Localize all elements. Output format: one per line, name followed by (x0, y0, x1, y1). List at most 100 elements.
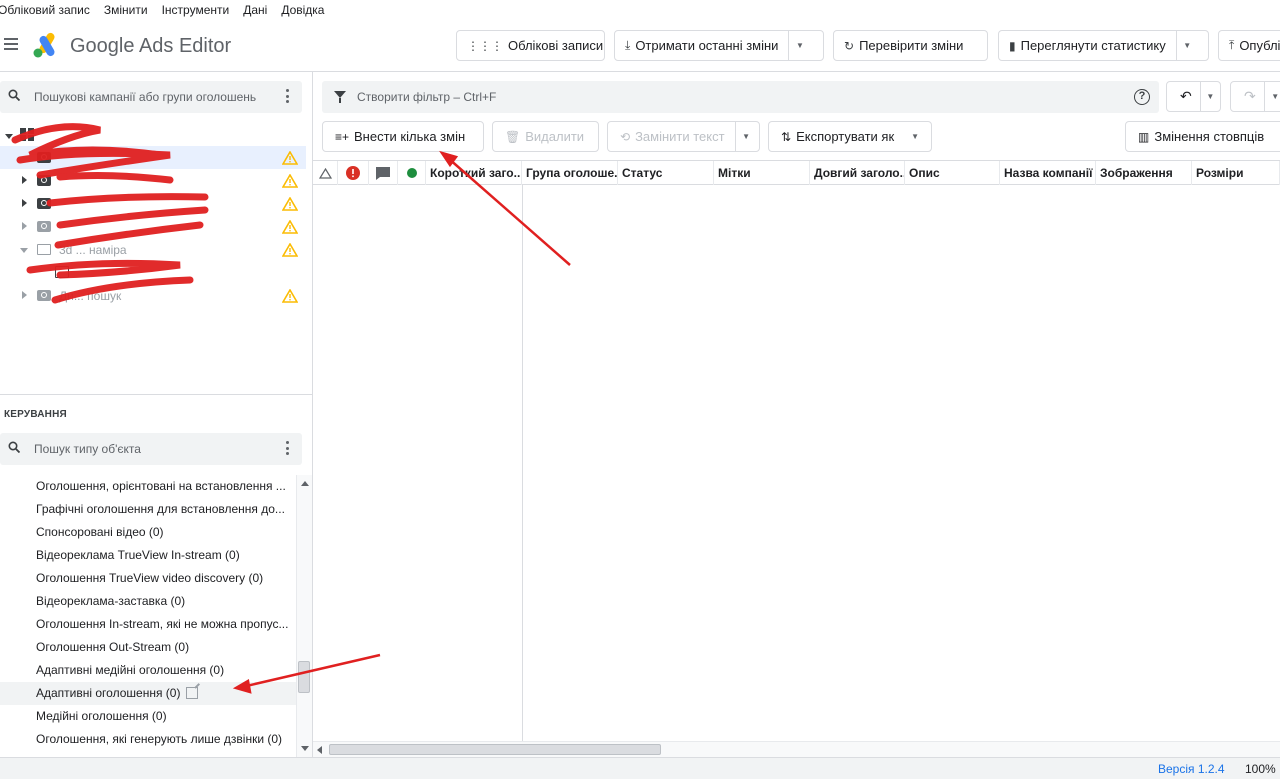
filter-bar[interactable]: Створити фільтр – Ctrl+F (322, 81, 1159, 113)
menu-tools[interactable]: Інструменти (155, 3, 237, 17)
list-item[interactable]: Оголошення In-stream, які не можна пропу… (0, 613, 296, 636)
list-item[interactable]: Оголошення, які генерують лише дзвінки (… (0, 728, 296, 751)
search-campaign-icon (37, 290, 51, 301)
menu-edit[interactable]: Змінити (97, 3, 155, 17)
ad-group-icon (55, 266, 69, 278)
object-type-search[interactable]: Пошук типу об'єкта (0, 433, 302, 465)
expand-icon[interactable] (20, 248, 28, 253)
menu-help[interactable]: Довідка (274, 3, 331, 17)
campaign-search[interactable]: Пошукові кампанії або групи оголошень (0, 81, 302, 113)
filter-icon (334, 91, 346, 103)
expand-icon[interactable] (22, 176, 27, 184)
expand-icon[interactable] (22, 199, 27, 207)
tree-item-campaign[interactable] (0, 169, 306, 192)
comment-column-icon[interactable] (369, 161, 398, 185)
expand-icon[interactable] (5, 134, 13, 139)
status-dot-icon[interactable] (398, 161, 426, 185)
warning-icon (282, 220, 298, 234)
get-changes-button[interactable]: ⤓ Отримати останні зміни ▼ (614, 30, 824, 61)
version-link[interactable]: Версія 1.2.4 (1158, 762, 1225, 776)
more-vert-icon[interactable] (286, 441, 290, 455)
column-header[interactable]: Зображення (1096, 161, 1192, 185)
list-item[interactable]: Оголошення Out-Stream (0) (0, 636, 296, 659)
find-replace-icon: ⟲ (620, 129, 631, 144)
expand-icon[interactable] (22, 291, 27, 299)
app-title: Google Ads Editor (70, 35, 232, 57)
chevron-down-icon[interactable]: ▼ (788, 31, 810, 60)
list-item[interactable]: Медійні оголошення (0) (0, 705, 296, 728)
menu-bar: Обліковий запис Змінити Інструменти Дані… (0, 0, 1280, 20)
refresh-icon: ↻ (844, 38, 855, 53)
list-item-responsive-ads[interactable]: Адаптивні оголошення (0) (0, 682, 296, 705)
type-list-scrollbar[interactable] (296, 475, 312, 757)
expand-icon[interactable] (22, 222, 27, 230)
list-item[interactable]: Графічні оголошення для встановлення до.… (0, 498, 296, 521)
warning-icon (282, 289, 298, 303)
warning-column-icon[interactable] (313, 161, 338, 185)
tree-item-campaign[interactable]: Ди... пошук (0, 284, 306, 307)
replace-text-button[interactable]: ⟲ Замінити текст ▼ (607, 121, 760, 152)
change-columns-button[interactable]: ▥ Змінення стовпців (1125, 121, 1280, 152)
tree-item-ad-group[interactable] (0, 261, 306, 284)
undo-button[interactable]: ↶ ▼ (1166, 81, 1221, 112)
swap-vert-icon: ⇅ (781, 129, 792, 144)
bar-chart-icon: ▮ (1009, 38, 1016, 53)
search-campaign-icon (37, 175, 51, 186)
column-header[interactable]: Статус (618, 161, 714, 185)
column-header[interactable]: Мітки (714, 161, 810, 185)
open-external-icon[interactable] (186, 687, 199, 699)
search-campaign-icon (37, 221, 51, 232)
publish-button[interactable]: ⤒ Опублі (1218, 30, 1280, 61)
help-icon[interactable]: ? (1134, 89, 1150, 105)
menu-data[interactable]: Дані (236, 3, 274, 17)
tree-account-root[interactable] (0, 124, 306, 147)
playlist-add-icon: ≡+ (335, 129, 350, 144)
column-header[interactable]: Довгий заголо... (810, 161, 905, 185)
make-multiple-changes-button[interactable]: ≡+ Внести кілька змін (322, 121, 484, 152)
columns-icon: ▥ (1138, 129, 1150, 144)
grid-horizontal-scrollbar[interactable] (313, 741, 1280, 757)
list-item[interactable]: Адаптивні медійні оголошення (0) (0, 659, 296, 682)
manage-section-title: КЕРУВАННЯ (4, 409, 67, 420)
chevron-down-icon[interactable]: ▼ (1199, 82, 1220, 111)
tree-item-campaign[interactable]: 3d ... наміра (0, 238, 306, 261)
scroll-left-icon[interactable] (317, 746, 322, 754)
warning-icon (282, 174, 298, 188)
column-header[interactable]: Розміри (1192, 161, 1280, 185)
chevron-down-icon[interactable]: ▼ (904, 122, 926, 151)
view-stats-button[interactable]: ▮ Переглянути статистику ▼ (998, 30, 1209, 61)
column-header[interactable]: Група оголоше... (522, 161, 618, 185)
chevron-down-icon[interactable]: ▼ (1175, 31, 1198, 60)
tree-item-campaign[interactable] (0, 192, 306, 215)
more-vert-icon[interactable] (286, 89, 290, 103)
tree-item-campaign[interactable] (0, 215, 306, 238)
scroll-up-icon[interactable] (301, 481, 309, 486)
object-type-list: Оголошення, орієнтовані на встановлення … (0, 475, 296, 755)
list-item[interactable]: Відеореклама-заставка (0) (0, 590, 296, 613)
search-icon (8, 441, 20, 453)
check-changes-button[interactable]: ↻ Перевірити зміни (833, 30, 988, 61)
redo-button[interactable]: ↷ ▼ (1230, 81, 1280, 112)
export-button[interactable]: ⇅ Експортувати як ▼ (768, 121, 932, 152)
column-header[interactable]: Короткий заго... (426, 161, 522, 185)
upload-icon: ⤒ (1229, 38, 1235, 52)
column-header[interactable]: Назва компанії (1000, 161, 1096, 185)
list-item[interactable]: Спонсоровані відео (0) (0, 521, 296, 544)
scroll-down-icon[interactable] (301, 746, 309, 751)
accounts-button[interactable]: ⋮⋮⋮ Облікові записи (456, 30, 605, 61)
scrollbar-thumb[interactable] (329, 744, 661, 755)
zoom-level: 100% (1245, 762, 1276, 776)
list-item[interactable]: Оголошення, орієнтовані на встановлення … (0, 475, 296, 498)
list-item[interactable]: Оголошення TrueView video discovery (0) (0, 567, 296, 590)
menu-account[interactable]: Обліковий запис (0, 3, 97, 17)
error-column-icon[interactable] (338, 161, 369, 185)
scrollbar-thumb[interactable] (298, 661, 310, 693)
delete-button[interactable]: 🗑 Видалити (492, 121, 599, 152)
column-header[interactable]: Опис (905, 161, 1000, 185)
chevron-down-icon[interactable]: ▼ (734, 122, 757, 151)
chevron-down-icon[interactable]: ▼ (1263, 82, 1280, 111)
tree-item-campaign[interactable] (0, 146, 306, 169)
hamburger-menu-icon[interactable] (4, 38, 18, 50)
list-item[interactable]: Відеореклама TrueView In-stream (0) (0, 544, 296, 567)
search-icon (8, 89, 20, 101)
